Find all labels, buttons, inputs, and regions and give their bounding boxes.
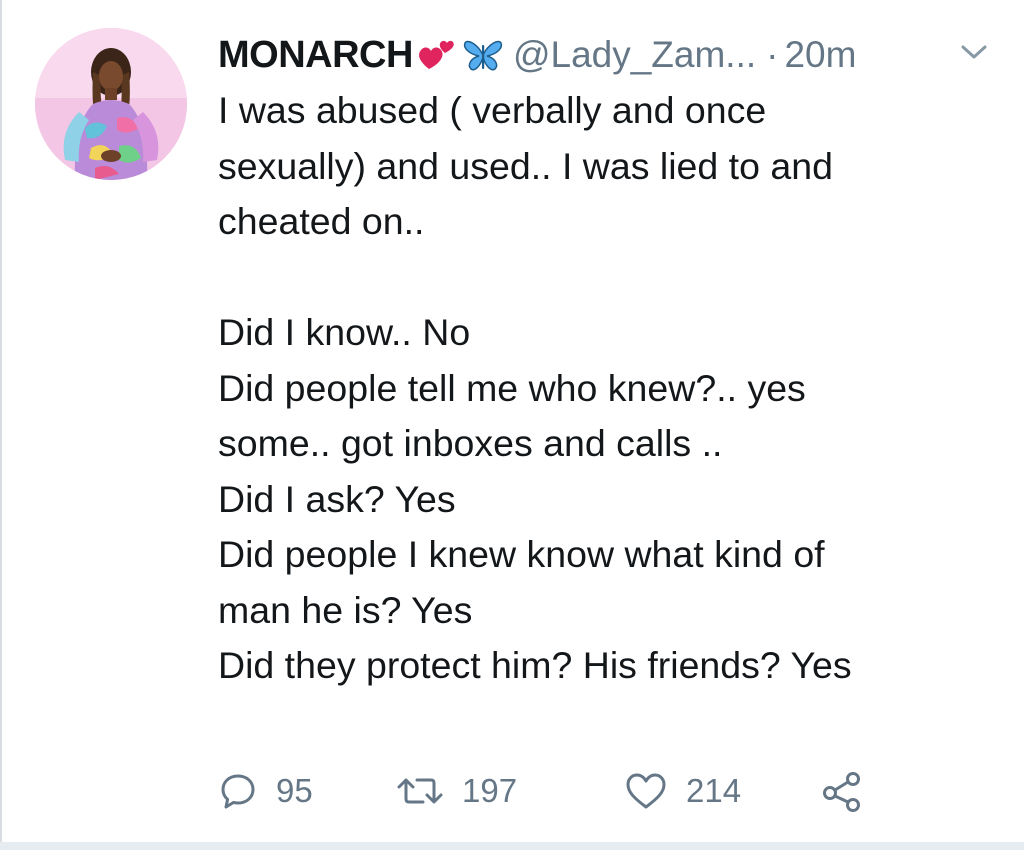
reply-icon: [221, 774, 255, 809]
retweet-icon: [397, 778, 443, 804]
chevron-down-icon[interactable]: [957, 40, 991, 64]
bottom-divider: [0, 842, 1024, 850]
reply-button[interactable]: 95: [218, 766, 313, 816]
like-count: 214: [686, 772, 742, 809]
tweet-text-line: Did people tell me who knew?.. yes: [218, 366, 806, 409]
user-handle[interactable]: @Lady_Zam...: [513, 34, 756, 76]
like-button[interactable]: 214: [624, 766, 741, 816]
tweet-text-line: some.. got inboxes and calls ..: [218, 422, 723, 464]
share-icon: [823, 772, 860, 812]
left-border: [0, 0, 2, 850]
tweet-text-line: cheated on..: [218, 200, 425, 242]
meta-separator: ·: [766, 34, 779, 75]
tweet-actions: 95 197 214: [218, 766, 918, 816]
revolving-hearts-icon: [415, 35, 459, 75]
reply-count: 95: [276, 772, 313, 809]
tweet-text-line: Did I know.. No: [218, 311, 471, 353]
tweet-text: I was abused ( verbally and once sexuall…: [218, 83, 998, 694]
avatar[interactable]: [35, 28, 187, 180]
display-name[interactable]: MONARCH: [218, 34, 413, 77]
tweet-text-line: sexually) and used.. I was lied to and: [218, 144, 833, 187]
tweet-text-line: Did people I knew know what kind of: [218, 533, 825, 575]
tweet-header: MONARCH @Lady_Zam... · 20m: [218, 30, 1008, 80]
tweet-text-line: man he is? Yes: [218, 588, 473, 631]
tweet-text-line: [218, 250, 998, 306]
butterfly-icon: [461, 35, 505, 75]
retweet-count: 197: [462, 772, 518, 809]
retweet-button[interactable]: 197: [396, 766, 517, 816]
avatar-image: [35, 28, 187, 180]
tweet-text-line: Did I ask? Yes: [218, 477, 456, 520]
timestamp[interactable]: 20m: [784, 34, 856, 76]
heart-icon: [626, 773, 666, 809]
tweet-text-line: I was abused ( verbally and once: [218, 89, 767, 131]
tweet-text-line: Did they protect him? His friends? Yes: [218, 644, 852, 686]
share-button[interactable]: [820, 766, 864, 816]
